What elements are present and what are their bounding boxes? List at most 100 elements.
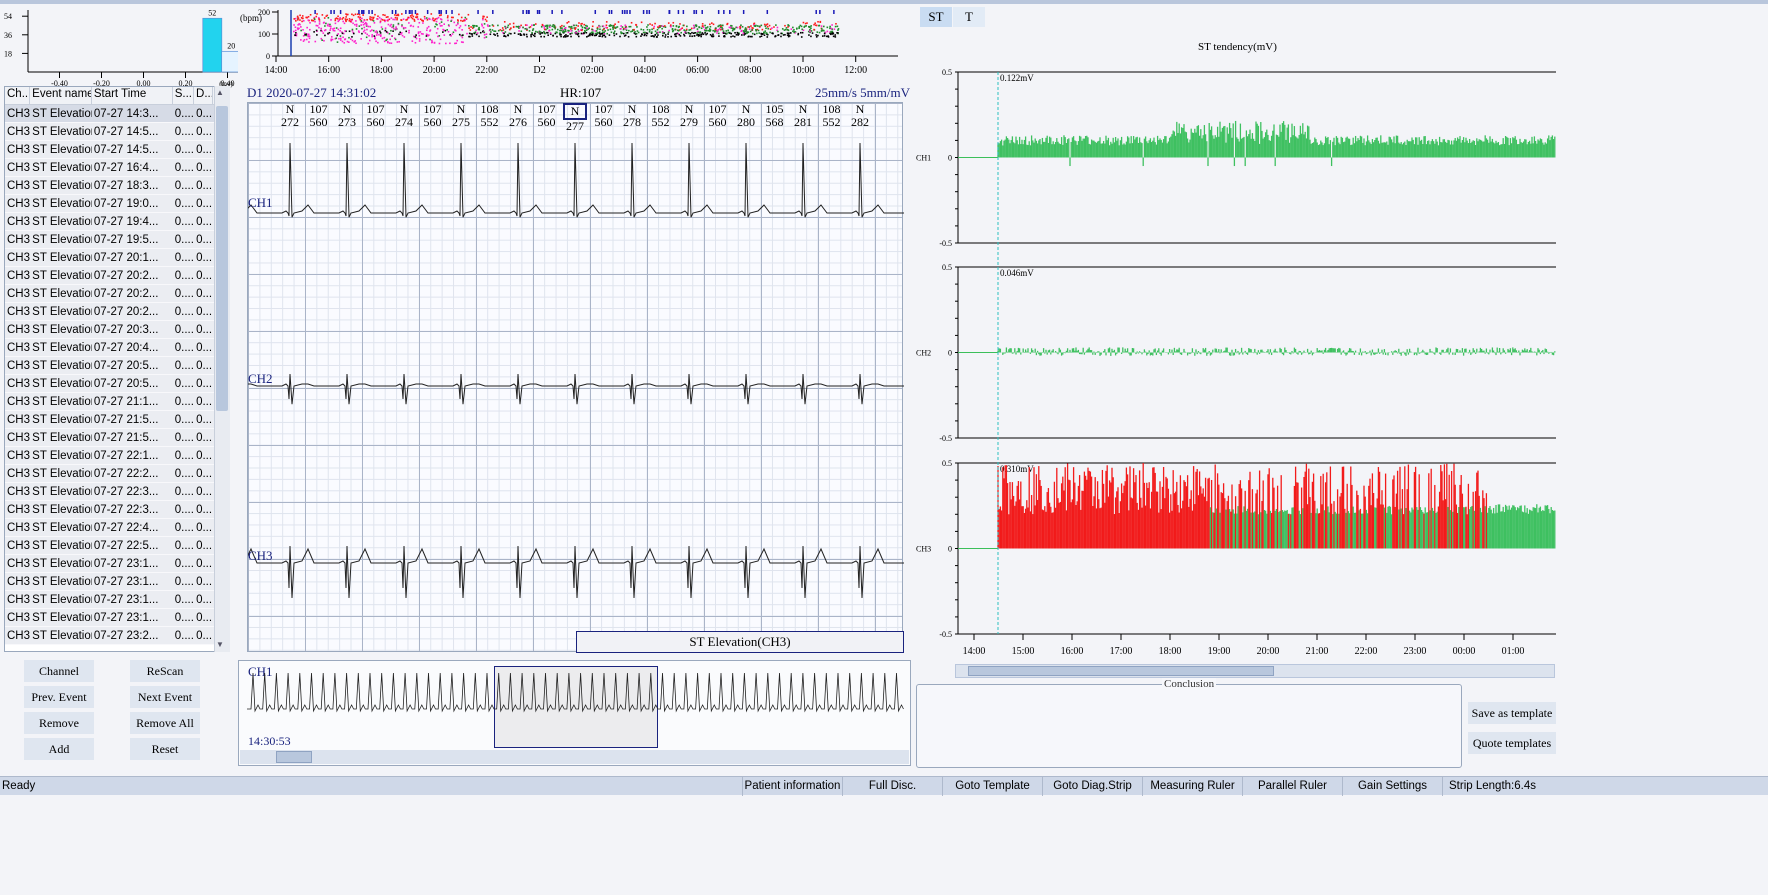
reset-button[interactable]: Reset [130,738,200,760]
hr-data-point [483,34,486,36]
hr-data-point [637,31,640,34]
remove-button[interactable]: Remove [24,712,94,734]
add-button[interactable]: Add [24,738,94,760]
table-row[interactable]: CH3 ST Elevation 07-27 20:4... 0.... 0... [5,339,229,357]
ecg-waveform-panel[interactable]: N 272 N 273 N 274 N 275 N 276 N 277 N 278 N 279 N 280 N 281… [247,102,904,653]
col-event-name[interactable]: Event name [30,87,92,104]
status-parallel-ruler[interactable]: Parallel Ruler [1242,777,1342,796]
table-row[interactable]: CH3 ST Elevation 07-27 22:2... 0.... 0... [5,465,229,483]
table-row[interactable]: CH3 ST Elevation 07-27 23:2... 0.... 0... [5,627,229,645]
table-row[interactable]: CH3 ST Elevation 07-27 22:4... 0.... 0... [5,519,229,537]
hr-data-point [541,32,544,34]
save-as-template-button[interactable]: Save as template [1468,702,1556,724]
row-d: 0... [196,143,213,156]
table-row[interactable]: CH3 ST Elevation 07-27 16:4... 0.... 0... [5,159,229,177]
col-d[interactable]: D... [194,87,214,104]
hr-data-point [826,26,829,29]
table-row[interactable]: CH3 ST Elevation 07-27 23:1... 0.... 0... [5,591,229,609]
table-row[interactable]: CH3 ST Elevation 07-27 19:5... 0.... 0... [5,231,229,249]
strip-scroll-thumb[interactable] [276,751,312,763]
table-row[interactable]: CH3 ST Elevation 07-27 20:2... 0.... 0... [5,303,229,321]
status-full-disc[interactable]: Full Disc. [842,777,942,796]
hr-data-point [610,31,613,34]
hr-data-point [398,33,400,36]
hr-data-point [528,30,531,32]
table-row[interactable]: CH3 ST Elevation 07-27 20:2... 0.... 0... [5,267,229,285]
table-row[interactable]: CH3 ST Elevation 07-27 21:1... 0.... 0... [5,393,229,411]
table-row[interactable]: CH3 ST Elevation 07-27 14:5... 0.... 0... [5,123,229,141]
row-s: 0.... [174,593,194,606]
strip-scrollbar[interactable] [240,750,909,764]
table-row[interactable]: CH3 ST Elevation 07-27 23:1... 0.... 0... [5,555,229,573]
table-row[interactable]: CH3 ST Elevation 07-27 14:5... 0.... 0... [5,141,229,159]
hr-data-point [532,24,535,26]
remove-all-button[interactable]: Remove All [130,712,200,734]
conclusion-box[interactable]: Conclusion [916,678,1462,768]
table-row[interactable]: CH3 ST Elevation 07-27 19:4... 0.... 0... [5,213,229,231]
hr-data-point [534,32,536,35]
hr-data-point [352,22,354,25]
hr-data-point [823,32,826,35]
status-measuring-ruler[interactable]: Measuring Ruler [1142,777,1242,796]
tab-t[interactable]: T [953,7,985,27]
table-row[interactable]: CH3 ST Elevation 07-27 21:5... 0.... 0... [5,429,229,447]
channel-button[interactable]: Channel [24,660,94,682]
st-current-value: 0.046mV [1000,268,1034,278]
event-table[interactable]: Ch... Event name Start Time S... D... ✓ … [4,86,230,652]
hr-data-point [460,16,463,19]
row-s: 0.... [174,125,194,138]
hr-trend-chart[interactable]: (bpm) 2001000 14:00 16:00 18:00 20:00 22:00 D… [238,6,908,80]
hr-data-point [313,31,315,33]
st-tendency-chart[interactable]: 0.50-0.5CH10.122mV0.50-0.5CH20.046mV0.50… [910,40,1560,670]
row-d: 0... [196,611,213,624]
hr-data-point [337,20,340,23]
table-row[interactable]: CH3 ST Elevation 07-27 22:3... 0.... 0... [5,483,229,501]
status-goto-template[interactable]: Goto Template [942,777,1042,796]
status-goto-diag-strip[interactable]: Goto Diag.Strip [1042,777,1142,796]
table-row[interactable]: CH3 ST Elevation 07-27 22:1... 0.... 0... [5,447,229,465]
table-row[interactable]: CH3 ST Elevation 07-27 14:3... 0.... 0... [5,105,229,123]
table-row[interactable]: CH3 ST Elevation 07-27 20:3... 0.... 0... [5,321,229,339]
hr-data-point [418,40,421,42]
table-row[interactable]: CH3 ST Elevation 07-27 21:5... 0.... 0... [5,411,229,429]
col-channel[interactable]: Ch... [5,87,31,104]
hr-data-point [510,32,512,35]
table-row[interactable]: CH3 ST Elevation 07-27 20:1... 0.... 0... [5,249,229,267]
hr-data-point [765,27,767,30]
table-row[interactable]: CH3 ST Elevation 07-27 19:0... 0.... 0... [5,195,229,213]
col-start-time[interactable]: Start Time [92,87,173,104]
row-start-time: 07-27 22:5... [93,539,159,552]
next-event-button[interactable]: Next Event [130,686,200,708]
quote-templates-button[interactable]: Quote templates [1468,732,1556,754]
row-d: 0... [196,233,213,246]
hr-data-point [560,33,562,36]
col-s[interactable]: S... [173,87,195,104]
hr-data-point [564,30,567,33]
event-marker [525,10,528,14]
table-row[interactable]: CH3 ST Elevation 07-27 23:1... 0.... 0... [5,573,229,591]
tab-st[interactable]: ST [920,7,952,27]
hr-data-point [664,25,666,27]
table-row[interactable]: CH3 ST Elevation 07-27 20:5... 0.... 0... [5,357,229,375]
scroll-up-icon[interactable]: ▲ [216,88,224,97]
status-patient-information[interactable]: Patient information [742,777,842,796]
row-channel: CH3 [7,359,31,372]
scrollbar-thumb[interactable] [216,106,228,411]
table-row[interactable]: CH3 ST Elevation 07-27 18:3... 0.... 0... [5,177,229,195]
table-row[interactable]: CH3 ST Elevation 07-27 20:5... 0.... 0... [5,375,229,393]
scroll-down-icon[interactable]: ▼ [216,640,224,649]
st-scroll-thumb[interactable] [968,666,1274,676]
hr-data-point [680,31,683,34]
prev-event-button[interactable]: Prev. Event [24,686,94,708]
table-row[interactable]: CH3 ST Elevation 07-27 22:5... 0.... 0... [5,537,229,555]
hr-data-point [822,25,825,28]
rescan-button[interactable]: ReScan [130,660,200,682]
table-row[interactable]: CH3 ST Elevation 07-27 23:1... 0.... 0... [5,609,229,627]
table-row[interactable]: CH3 ST Elevation 07-27 22:3... 0.... 0... [5,501,229,519]
table-row[interactable]: CH3 ST Elevation 07-27 20:2... 0.... 0... [5,285,229,303]
status-gain-settings[interactable]: Gain Settings [1342,777,1442,796]
hr-data-point [399,31,401,34]
hr-data-point [547,34,549,37]
st-chart-scrollbar[interactable] [955,664,1555,678]
row-event-name: ST Elevation [32,575,92,588]
